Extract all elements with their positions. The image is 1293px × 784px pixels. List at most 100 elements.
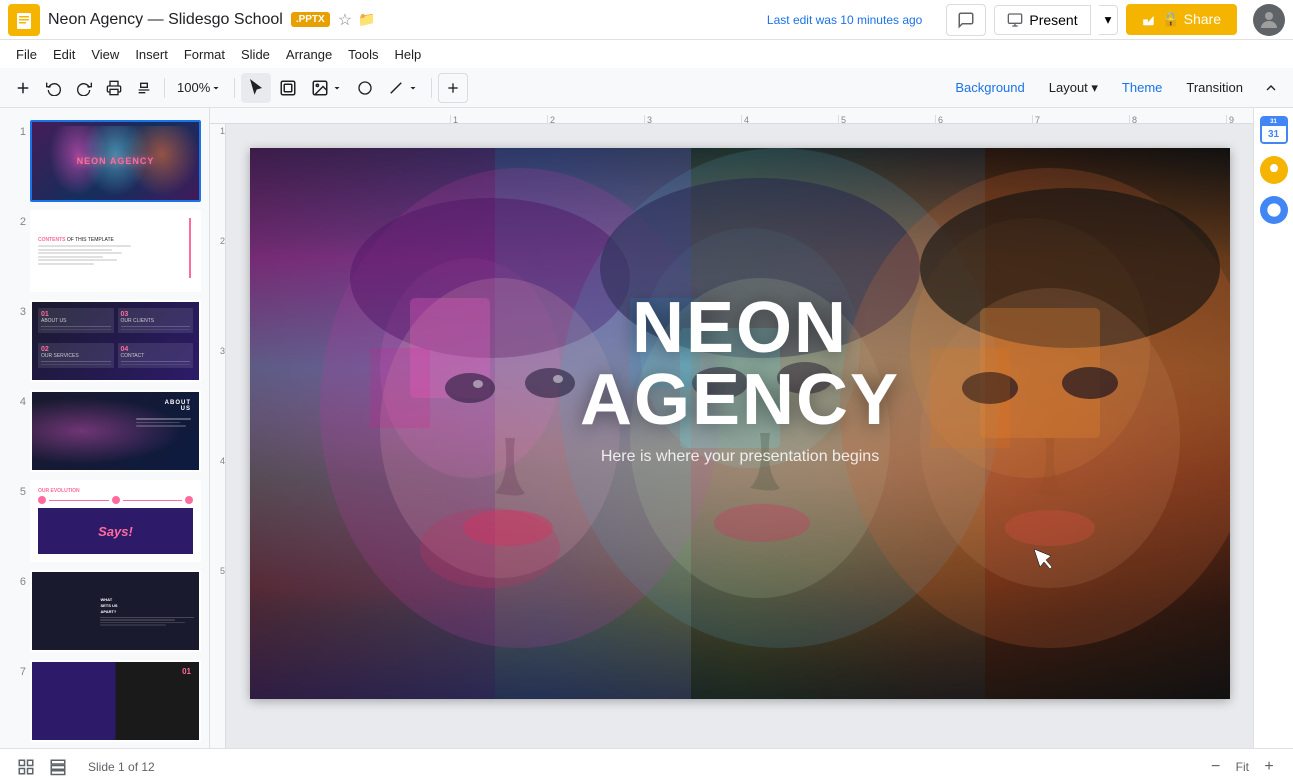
slide-thumb-5[interactable]: OUR EVOLUTION Says! — [30, 480, 201, 562]
file-type-badge: .PPTX — [291, 12, 330, 27]
menu-view[interactable]: View — [83, 43, 127, 66]
title-bar: Neon Agency — Slidesgo School .PPTX ☆ 📁 … — [0, 0, 1293, 40]
app-icon — [8, 4, 40, 36]
toolbar-separator-3 — [431, 78, 432, 98]
menu-file[interactable]: File — [8, 43, 45, 66]
explore-icon[interactable] — [1260, 196, 1288, 224]
slide-1-title: NEON AGENCY — [77, 156, 155, 166]
undo-button[interactable] — [40, 73, 68, 103]
canvas-content: 1 2 3 4 5 — [210, 124, 1253, 748]
slide-thumb-2[interactable]: CONTENTS OF THIS TEMPLATE — [30, 210, 201, 292]
cursor-tool-button[interactable] — [241, 73, 271, 103]
slide-num-5: 5 — [8, 486, 26, 498]
avatar[interactable] — [1253, 4, 1285, 36]
last-edit-text[interactable]: Last edit was 10 minutes ago — [767, 13, 922, 27]
slide-thumb-inner-5: OUR EVOLUTION Says! — [32, 482, 199, 560]
grid-view-icon[interactable] — [12, 753, 40, 781]
lightbulb-icon[interactable] — [1260, 156, 1288, 184]
slide-item-3[interactable]: 3 01 ABOUT US 03 OUR CLIENTS — [0, 296, 209, 386]
slide-title-subtitle: Here is where your presentation begins — [495, 448, 985, 466]
slide-item-7[interactable]: 7 01 — [0, 656, 209, 746]
slide-thumb-1[interactable]: NEON AGENCY — [30, 120, 201, 202]
slide-item-6[interactable]: 6 WHAT SETS US APART? — [0, 566, 209, 656]
bottom-bar: Slide 1 of 12 − Fit + — [0, 748, 1293, 784]
transition-tab[interactable]: Transition — [1176, 73, 1253, 103]
zoom-out-button[interactable]: − — [1204, 755, 1228, 779]
slide-thumb-inner-6: WHAT SETS US APART? — [32, 572, 199, 650]
slide-item-1[interactable]: 1 NEON AGENCY — [0, 116, 209, 206]
slide-thumb-6[interactable]: WHAT SETS US APART? — [30, 570, 201, 652]
slide-panel: 1 NEON AGENCY 2 CONTENTS OF THIS TEMPLAT… — [0, 108, 210, 748]
star-icon[interactable]: ☆ — [338, 10, 352, 30]
title-actions: Present ▾ 🔒 Share — [946, 4, 1285, 36]
slide-item-4[interactable]: 4 ABOUT US — [0, 386, 209, 476]
present-dropdown-button[interactable]: ▾ — [1099, 5, 1119, 35]
slide-thumb-inner-7: 01 — [32, 662, 199, 740]
document-title: Neon Agency — Slidesgo School — [48, 11, 283, 29]
menu-edit[interactable]: Edit — [45, 43, 83, 66]
redo-button[interactable] — [70, 73, 98, 103]
slide-item-5[interactable]: 5 OUR EVOLUTION Says! — [0, 476, 209, 566]
toolbar: 100% Background Layout ▾ Theme Transitio… — [0, 68, 1293, 108]
zoom-button[interactable]: 100% — [171, 73, 228, 103]
zoom-level: Fit — [1236, 760, 1249, 774]
slide-thumb-4[interactable]: ABOUT US — [30, 390, 201, 472]
layout-tab[interactable]: Layout ▾ — [1039, 73, 1108, 103]
slide-count: Slide 1 of 12 — [88, 760, 155, 774]
right-sidebar: 31 31 — [1253, 108, 1293, 748]
paint-format-button[interactable] — [130, 73, 158, 103]
zoom-in-button[interactable]: + — [1257, 755, 1281, 779]
frame-tool-button[interactable] — [273, 73, 303, 103]
slide-thumb-3[interactable]: 01 ABOUT US 03 OUR CLIENTS 02 OUR SERVIC… — [30, 300, 201, 382]
canvas-area: 1 2 3 4 5 6 7 8 9 1 2 3 4 5 — [210, 108, 1253, 748]
list-view-icon[interactable] — [44, 753, 72, 781]
add-element-button[interactable] — [438, 73, 468, 103]
print-button[interactable] — [100, 73, 128, 103]
ruler-left: 1 2 3 4 5 — [210, 124, 226, 748]
slide-thumb-inner-4: ABOUT US — [32, 392, 199, 470]
slide-num-4: 4 — [8, 396, 26, 408]
add-slide-button[interactable] — [8, 73, 38, 103]
slide-num-7: 7 — [8, 666, 26, 678]
share-button[interactable]: 🔒 Share — [1126, 4, 1237, 35]
menu-slide[interactable]: Slide — [233, 43, 278, 66]
main-area: 1 NEON AGENCY 2 CONTENTS OF THIS TEMPLAT… — [0, 108, 1293, 748]
toolbar-right-tabs: Background Layout ▾ Theme Transition — [945, 73, 1285, 103]
slide-thumb-inner-2: CONTENTS OF THIS TEMPLATE — [32, 212, 199, 290]
calendar-icon[interactable]: 31 31 — [1260, 116, 1288, 144]
slide-thumb-7[interactable]: 01 — [30, 660, 201, 742]
ruler-top: 1 2 3 4 5 6 7 8 9 — [210, 108, 1253, 124]
menu-insert[interactable]: Insert — [127, 43, 176, 66]
slide-thumb-inner-1: NEON AGENCY — [32, 122, 199, 200]
menu-arrange[interactable]: Arrange — [278, 43, 340, 66]
menu-help[interactable]: Help — [387, 43, 430, 66]
mouse-cursor — [1034, 549, 1054, 578]
menu-bar: File Edit View Insert Format Slide Arran… — [0, 40, 1293, 68]
collapse-toolbar-button[interactable] — [1257, 73, 1285, 103]
background-tab[interactable]: Background — [945, 73, 1034, 103]
ruler-numbers: 1 2 3 4 5 6 7 8 9 — [450, 115, 1253, 123]
menu-tools[interactable]: Tools — [340, 43, 386, 66]
image-tool-button[interactable] — [305, 73, 349, 103]
slide-title-main: NEON AGENCY — [495, 292, 985, 436]
toolbar-separator-2 — [234, 78, 235, 98]
toolbar-separator-1 — [164, 78, 165, 98]
slide-num-6: 6 — [8, 576, 26, 588]
slide-canvas[interactable]: NEON AGENCY Here is where your presentat… — [250, 148, 1230, 699]
comment-button[interactable] — [946, 4, 986, 36]
view-icons — [12, 753, 72, 781]
folder-icon[interactable]: 📁 — [358, 11, 375, 28]
line-tool-button[interactable] — [381, 73, 425, 103]
present-button[interactable]: Present — [994, 5, 1090, 35]
menu-format[interactable]: Format — [176, 43, 233, 66]
slide-item-2[interactable]: 2 CONTENTS OF THIS TEMPLATE — [0, 206, 209, 296]
zoom-controls: − Fit + — [1204, 755, 1281, 779]
slide-title-container: NEON AGENCY Here is where your presentat… — [495, 292, 985, 466]
theme-tab[interactable]: Theme — [1112, 73, 1172, 103]
slide-num-2: 2 — [8, 216, 26, 228]
shape-tool-button[interactable] — [351, 73, 379, 103]
slide-num-1: 1 — [8, 126, 26, 138]
slide-thumb-inner-3: 01 ABOUT US 03 OUR CLIENTS 02 OUR SERVIC… — [32, 302, 199, 380]
slide-canvas-wrapper: NEON AGENCY Here is where your presentat… — [226, 124, 1253, 748]
slide-num-3: 3 — [8, 306, 26, 318]
